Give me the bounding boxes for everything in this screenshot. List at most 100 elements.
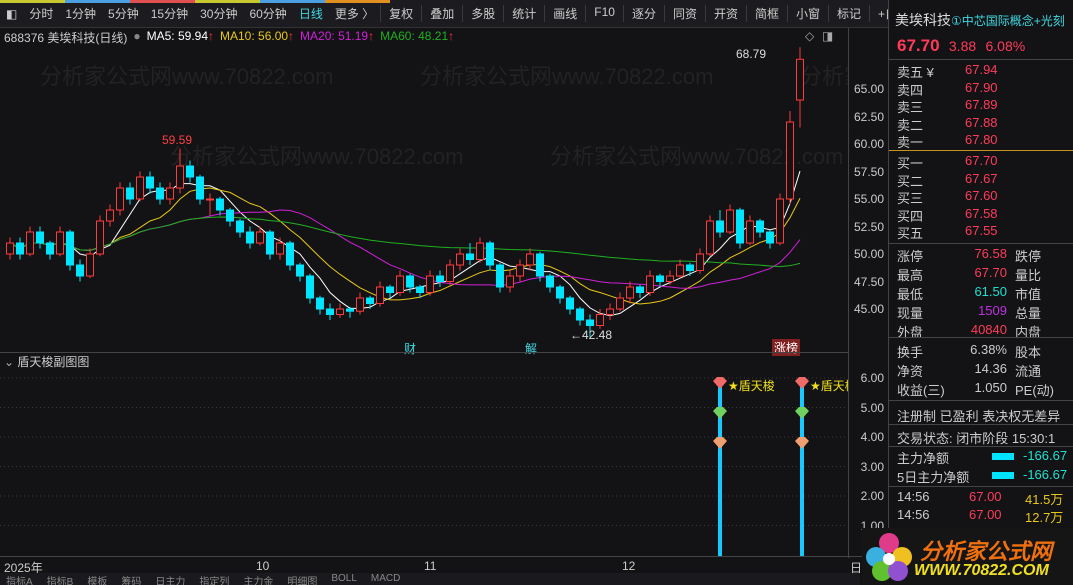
candle: [46, 240, 54, 260]
period-tab[interactable]: 15分钟: [145, 5, 194, 22]
concept-link[interactable]: ①中芯国际概念+光刻: [951, 14, 1065, 28]
candlestick-chart[interactable]: 分析家公式网www.70822.com 分析家公式网www.70822.com 分析…: [0, 44, 848, 352]
candle: [126, 182, 134, 205]
watermark-text: 分析家公式网www.70822.com: [170, 144, 463, 169]
toolbar-button[interactable]: 逐分: [622, 5, 664, 22]
candle: [476, 237, 484, 263]
stat-value: 6.38%: [970, 342, 1007, 357]
sub-indicator-chart[interactable]: ★盾天梭 ★盾天梭: [0, 368, 848, 556]
period-tab[interactable]: 5分钟: [102, 5, 145, 22]
period-tab[interactable]: 30分钟: [194, 5, 243, 22]
bottom-tab[interactable]: 主力金: [243, 573, 273, 585]
bottom-tab[interactable]: 筹码: [121, 573, 141, 585]
bottom-tab[interactable]: 指标A: [6, 573, 33, 585]
ask-row[interactable]: 卖二 67.88: [897, 115, 1073, 133]
candle: [376, 281, 384, 307]
stat-label: 涨停: [897, 249, 924, 264]
sub-y-tick-label: 6.00: [860, 371, 884, 385]
stat-label: 流通: [1015, 364, 1042, 379]
toolbar-button[interactable]: 同资: [663, 5, 705, 22]
candle: [516, 259, 524, 282]
period-tab[interactable]: 更多 〉: [329, 5, 380, 22]
candle: [796, 47, 804, 128]
bottom-tab[interactable]: 指定列: [199, 573, 229, 585]
period-tab[interactable]: 60分钟: [243, 5, 292, 22]
diamond-icon[interactable]: ◇: [805, 29, 814, 43]
candle: [226, 207, 234, 227]
stat-label: 内盘: [1015, 325, 1042, 340]
ask-price: 67.89: [965, 97, 998, 112]
ask-row[interactable]: 卖五 ¥ 67.94: [897, 62, 1073, 80]
candle: [646, 270, 654, 296]
toolbar-button[interactable]: 开资: [704, 5, 746, 22]
y-tick-label: 47.50: [853, 274, 884, 289]
candle: [276, 237, 284, 260]
candle: [396, 270, 404, 296]
stat-label: 最低: [897, 287, 924, 302]
stat-value: 76.58: [974, 246, 1007, 261]
bid-row[interactable]: 买二 67.67: [897, 171, 1073, 189]
candle: [16, 237, 24, 260]
signal-marker[interactable]: ★盾天梭: [713, 377, 775, 556]
panel-toggle-icon[interactable]: ◨: [822, 29, 833, 43]
stat-label: 现量: [897, 306, 924, 321]
bottom-tab[interactable]: 明细图: [287, 573, 317, 585]
candle: [66, 229, 74, 271]
tick-row: 14:56 67.00 41.5万: [897, 489, 1073, 507]
candle: [556, 284, 564, 304]
ask-row[interactable]: 卖四 67.90: [897, 80, 1073, 98]
stock-name: 美埃科技: [895, 12, 951, 28]
candle: [566, 295, 574, 315]
candle: [266, 229, 274, 260]
stat-label: 量比: [1015, 268, 1042, 283]
period-tab[interactable]: 日线: [293, 5, 329, 22]
candle: [776, 193, 784, 246]
toolbar-button[interactable]: 画线: [544, 5, 585, 22]
bottom-tab[interactable]: 模板: [87, 573, 107, 585]
toolbar-button[interactable]: 统计: [503, 5, 544, 22]
stock-title: 688376 美埃科技(日线): [4, 31, 128, 45]
stat-value: 1.050: [974, 380, 1007, 395]
toolbar-button[interactable]: 小窗: [787, 5, 828, 22]
toolbar-button[interactable]: 复权: [380, 5, 421, 22]
sub-y-tick-label: 4.00: [860, 430, 884, 444]
collapse-icon[interactable]: ⌄: [4, 355, 14, 369]
period-tabs: 分时 1分钟 5分钟 15分钟 30分钟 60分钟 日线 更多 〉: [23, 5, 380, 22]
bid-row[interactable]: 买三 67.60: [897, 188, 1073, 206]
sub-y-tick-label: 5.00: [860, 400, 884, 415]
candle: [316, 295, 324, 315]
candle: [576, 306, 584, 326]
bid-row[interactable]: 买一 67.70: [897, 153, 1073, 171]
layout-toggle-icon[interactable]: ◧: [0, 7, 23, 21]
ask-row[interactable]: 卖三 67.89: [897, 97, 1073, 115]
toolbar-button[interactable]: 标记: [828, 5, 869, 22]
watermark-text: 分析家公式网www.70822.com: [40, 64, 333, 89]
bottom-tab[interactable]: BOLL: [331, 573, 357, 585]
ma20-line: [9, 209, 801, 289]
tick-price: 67.00: [969, 489, 1002, 504]
candle: [746, 215, 754, 246]
stat-label: 股本: [1015, 345, 1042, 360]
candle: [766, 229, 774, 249]
sub-chart-title: 盾天梭副图图: [17, 355, 90, 369]
bid-row[interactable]: 买五 67.55: [897, 223, 1073, 241]
toolbar-button[interactable]: F10: [585, 5, 623, 22]
bottom-tab[interactable]: 指标B: [47, 573, 74, 585]
ma5-value: MA5: 59.94↑: [146, 29, 214, 43]
stat-value: 67.70: [974, 265, 1007, 280]
ask-row[interactable]: 卖一 67.80: [897, 132, 1073, 150]
toolbar-button[interactable]: 简框: [745, 5, 787, 22]
stat-label: 净资: [897, 364, 924, 379]
candle: [206, 193, 214, 216]
toolbar-button[interactable]: 叠加: [421, 5, 462, 22]
bottom-tab[interactable]: MACD: [371, 573, 400, 585]
dropdown-icon[interactable]: ●: [133, 29, 140, 45]
ask-price: 67.80: [965, 132, 998, 147]
toolbar-button[interactable]: 多股: [462, 5, 503, 22]
bid-label: 买二: [897, 173, 924, 189]
last-price: 67.70: [897, 36, 940, 55]
period-tab[interactable]: 1分钟: [59, 5, 102, 22]
bid-row[interactable]: 买四 67.58: [897, 206, 1073, 224]
bottom-tab[interactable]: 日主力: [155, 573, 185, 585]
period-tab[interactable]: 分时: [23, 5, 59, 22]
